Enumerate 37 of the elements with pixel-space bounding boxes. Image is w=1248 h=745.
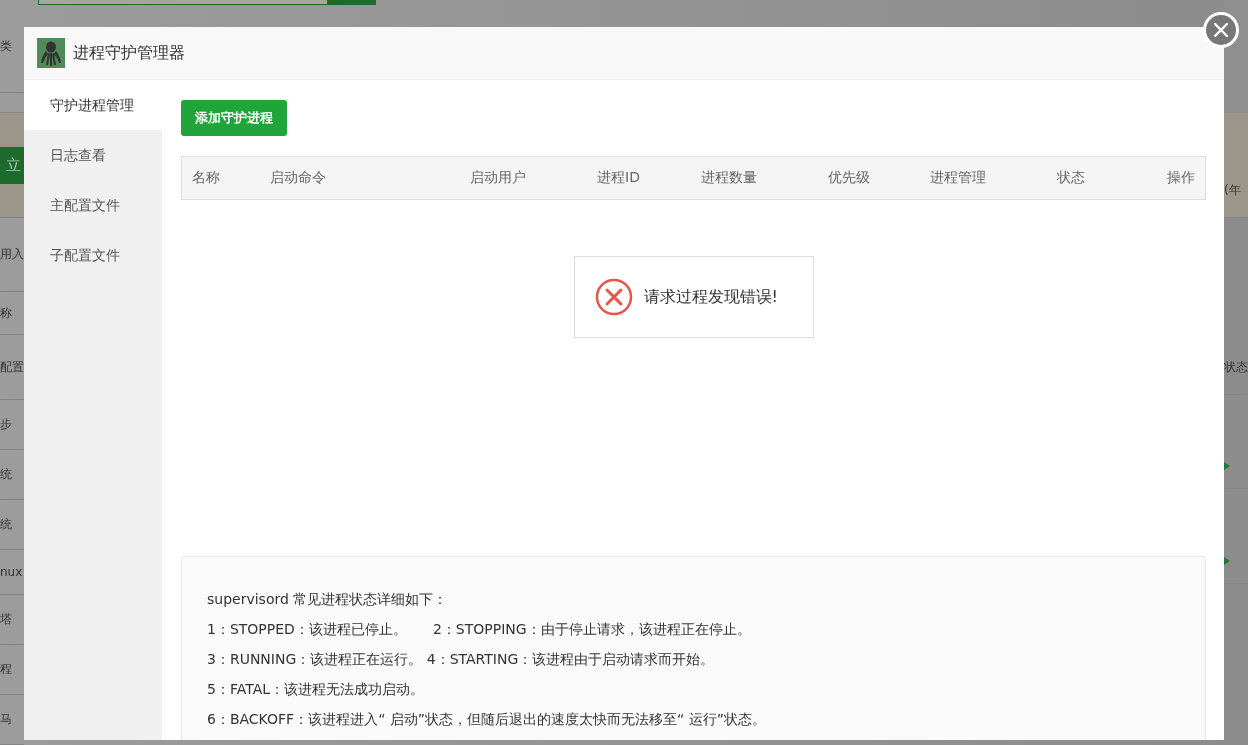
page-text: 步 — [0, 416, 12, 433]
page-text: 类 — [0, 37, 12, 55]
sidebar-tab[interactable]: 主配置文件 — [24, 180, 162, 230]
status-description: 6：BACKOFF：该进程进入“ 启动”状态，但随后退出的速度太快而无法移至“ 运行”状态。 — [207, 711, 767, 729]
page-text: 马 — [0, 711, 12, 728]
column-header: 启动用户 — [470, 169, 527, 187]
page-text: 用入 — [0, 246, 24, 263]
notes-heading: supervisord 常见进程状态详细如下： — [207, 591, 448, 609]
page-text: nux — [0, 565, 23, 579]
column-header: 优先级 — [828, 169, 871, 187]
column-header: 进程ID — [597, 169, 641, 187]
page-text: 塔 — [0, 611, 12, 628]
page-text: 程 — [0, 661, 12, 678]
error-icon — [593, 277, 634, 317]
error-text: 请求过程发现错误! — [643, 286, 778, 308]
column-header: 操作 — [1166, 169, 1195, 187]
status-description: 1：STOPPED：该进程已停止。 — [207, 621, 407, 639]
sidebar-tab[interactable]: 守护进程管理 — [24, 80, 162, 130]
page-text: 状态 — [1224, 359, 1248, 376]
sidebar-tab[interactable]: 子配置文件 — [24, 230, 162, 280]
status-description: 3：RUNNING：该进程正在运行。 4：STARTING：该进程由于启动请求而开始。 — [207, 651, 715, 669]
column-header: 进程数量 — [701, 169, 758, 187]
octopus-icon — [37, 38, 65, 68]
page-text: 称 — [0, 304, 12, 322]
column-header: 进程管理 — [930, 169, 987, 187]
column-header: 名称 — [192, 169, 221, 187]
page-text: 统 — [0, 466, 12, 483]
page-text: 配置 — [0, 358, 24, 376]
status-description: 2：STOPPING：由于停止请求，该进程正在停止。 — [432, 621, 751, 639]
status-description: 5：FATAL：该进程无法成功启动。 — [207, 681, 424, 699]
window-title: 进程守护管理器 — [73, 42, 185, 64]
page-text: (年 — [1224, 182, 1241, 199]
column-header: 启动命令 — [270, 169, 327, 187]
column-header: 状态 — [1057, 169, 1086, 187]
sidebar-tab[interactable]: 日志查看 — [24, 130, 162, 180]
close-icon — [1214, 23, 1228, 37]
page-text: 统 — [0, 516, 12, 533]
